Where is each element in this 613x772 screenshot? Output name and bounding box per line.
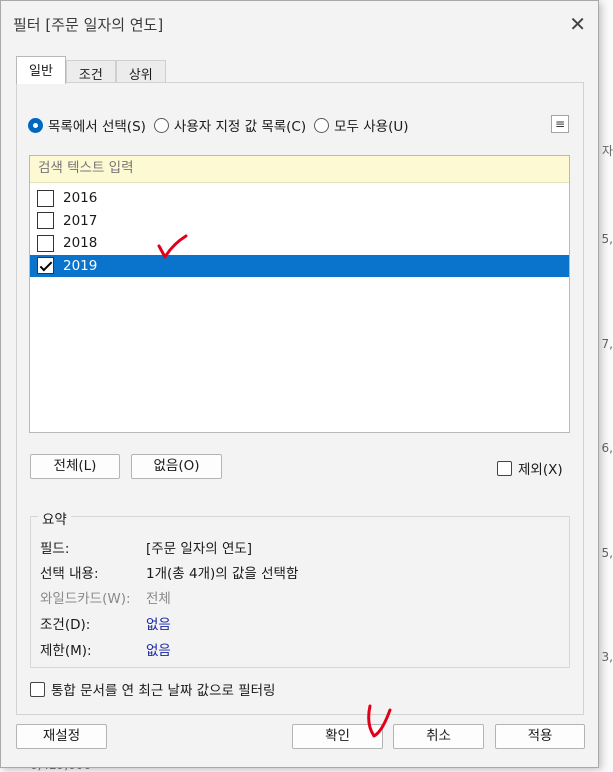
select-none-button[interactable]: 없음(O) [131, 454, 222, 479]
item-label: 2019 [63, 257, 98, 274]
reset-button[interactable]: 재설정 [16, 724, 107, 749]
search-box [30, 156, 569, 183]
tab-bar: 일반 조건 상위 [16, 56, 166, 84]
exclude-label: 제외(X) [518, 462, 563, 478]
radio-use-all[interactable]: 모두 사용(U) [314, 115, 409, 135]
summary-value-selection: 1개(총 4개)의 값을 선택함 [146, 566, 299, 582]
summary-label-field: 필드: [40, 541, 70, 557]
exclude-checkbox[interactable]: 제외(X) [497, 458, 563, 478]
title-bar: 필터 [주문 일자의 연도] ✕ [1, 1, 598, 45]
summary-value-field: [주문 일자의 연도] [146, 541, 253, 557]
item-label: 2017 [63, 212, 98, 229]
summary-label-condition: 조건(D): [40, 617, 91, 633]
radio-indicator [28, 117, 43, 133]
ok-button[interactable]: 확인 [292, 724, 383, 749]
value-list: 2016 2017 2018 2019 [29, 155, 570, 433]
dialog-title: 필터 [주문 일자의 연도] [13, 16, 164, 34]
background-text: 7, [601, 337, 613, 351]
close-icon[interactable]: ✕ [569, 12, 586, 36]
relative-date-filter-checkbox[interactable]: 통합 문서를 연 최근 날짜 값으로 필터링 [30, 679, 275, 699]
radio-select-from-list[interactable]: 목록에서 선택(S) [28, 115, 146, 135]
item-checkbox[interactable] [37, 234, 54, 252]
apply-button[interactable]: 적용 [495, 724, 585, 749]
radio-indicator [153, 117, 169, 133]
summary-value-condition: 없음 [146, 617, 171, 633]
list-item-2016[interactable]: 2016 [30, 187, 569, 210]
item-checkbox[interactable] [37, 257, 54, 275]
summary-label-selection: 선택 내용: [40, 566, 99, 582]
tab-top[interactable]: 상위 [115, 60, 166, 84]
item-label: 2018 [63, 235, 98, 252]
summary-label-wildcard: 와일드카드(W): [40, 591, 131, 607]
background-text: 자 [601, 144, 613, 158]
item-label: 2016 [63, 190, 98, 207]
background-text: 6, [601, 441, 613, 455]
radio-label: 목록에서 선택(S) [48, 119, 146, 135]
tab-condition[interactable]: 조건 [65, 60, 116, 84]
item-checkbox[interactable] [37, 212, 54, 230]
list-menu-icon[interactable]: ≡ [551, 115, 569, 133]
selection-mode-group: 목록에서 선택(S) 사용자 지정 값 목록(C) 모두 사용(U) [28, 115, 417, 135]
radio-custom-value-list[interactable]: 사용자 지정 값 목록(C) [153, 115, 307, 135]
radio-label: 사용자 지정 값 목록(C) [173, 119, 307, 135]
cancel-button[interactable]: 취소 [393, 724, 484, 749]
summary-label-limit: 제한(M): [40, 643, 92, 659]
relative-date-label: 통합 문서를 연 최근 날짜 값으로 필터링 [51, 683, 276, 699]
background-text: 5, [601, 232, 613, 246]
checkbox-box [497, 460, 512, 476]
background-text: 3, [601, 650, 613, 664]
item-checkbox[interactable] [37, 189, 54, 207]
list-item-2019[interactable]: 2019 [30, 254, 569, 277]
radio-indicator [314, 117, 330, 133]
summary-value-limit: 없음 [146, 643, 171, 659]
search-input[interactable] [38, 160, 561, 176]
radio-label: 모두 사용(U) [334, 119, 409, 135]
list-item-2017[interactable]: 2017 [30, 210, 569, 233]
checkbox-box [30, 681, 45, 697]
list-item-2018[interactable]: 2018 [30, 232, 569, 255]
background-text: 5, [601, 546, 613, 560]
summary-legend: 요약 [38, 508, 71, 528]
summary-value-wildcard: 전체 [146, 591, 171, 607]
select-all-button[interactable]: 전체(L) [30, 454, 120, 479]
tab-general[interactable]: 일반 [16, 56, 66, 84]
